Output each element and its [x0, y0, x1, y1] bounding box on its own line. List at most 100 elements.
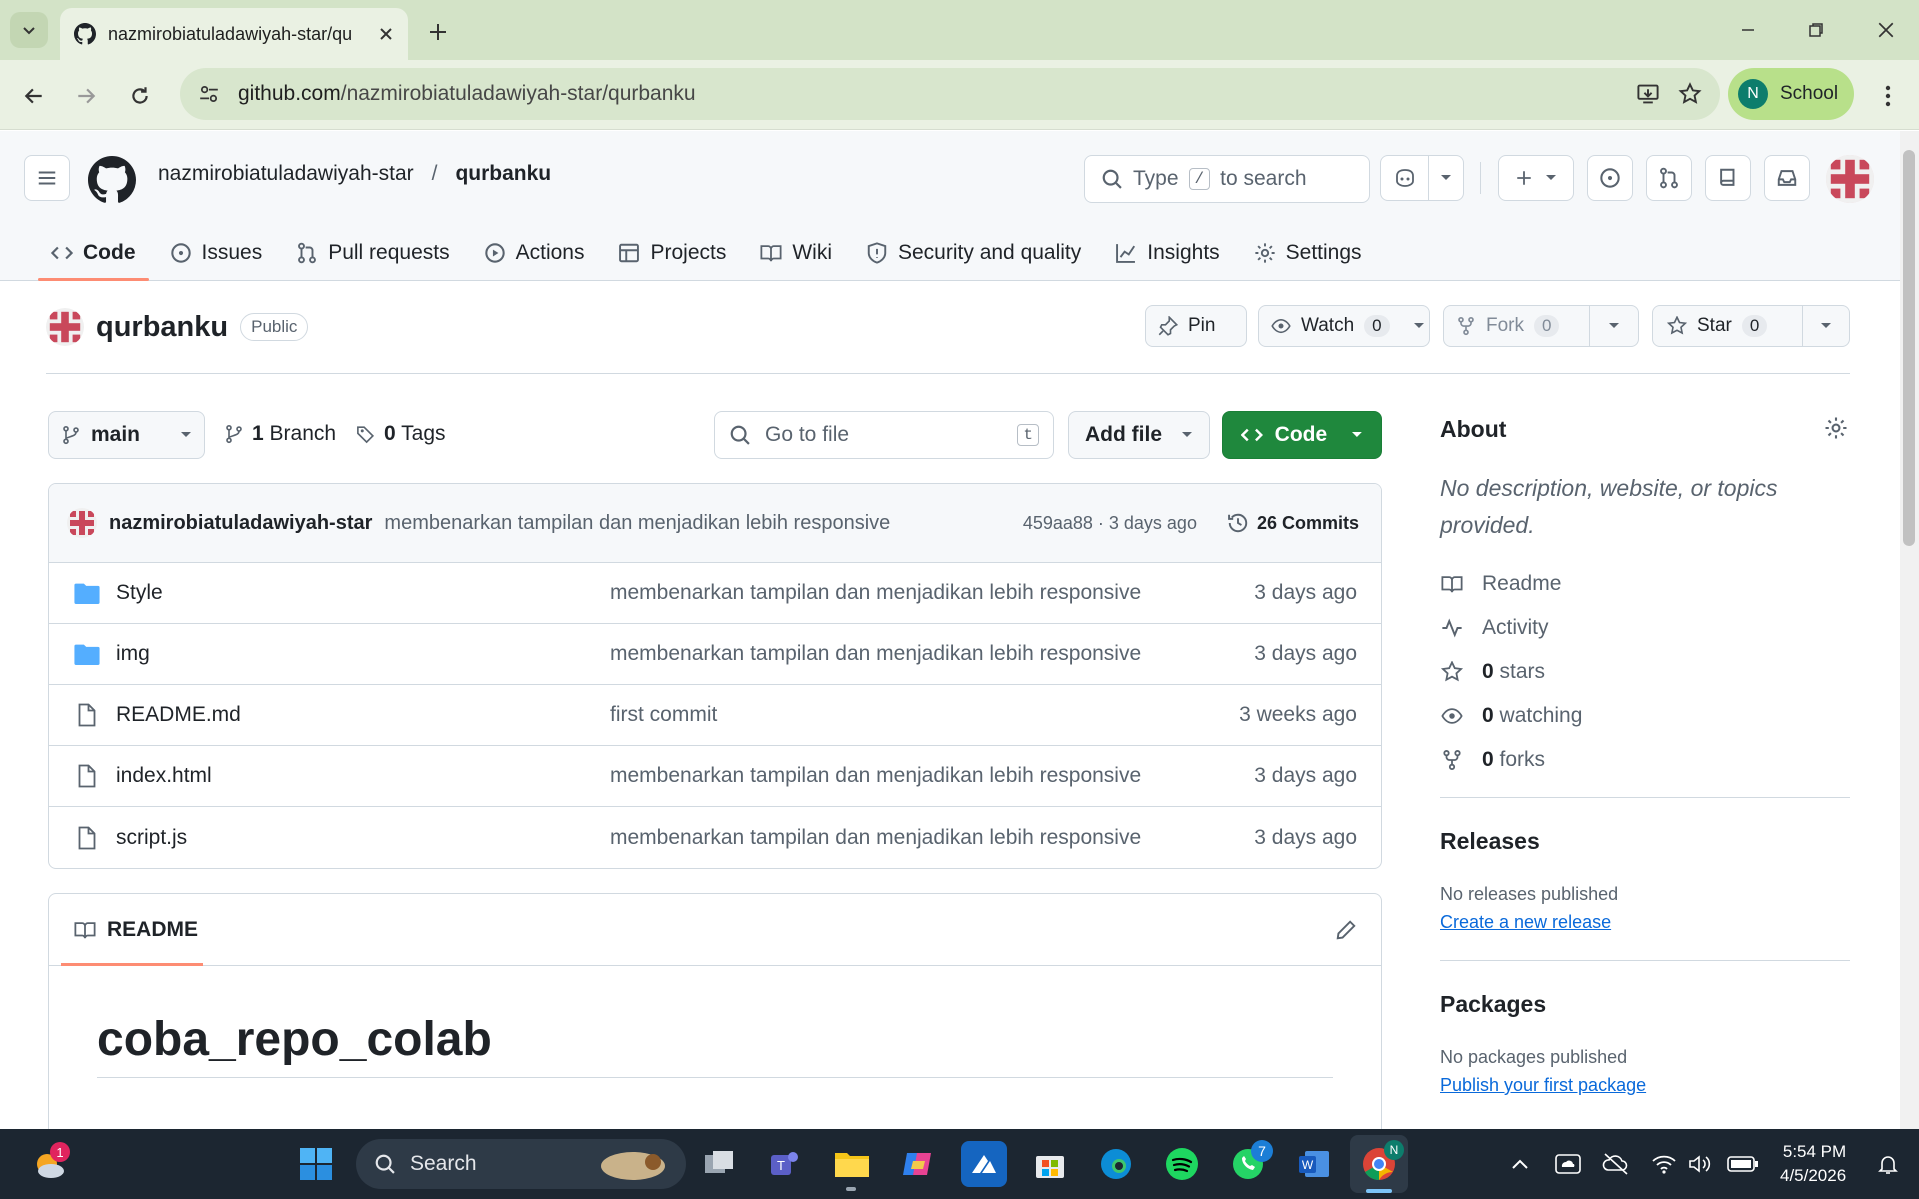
- breadcrumb-repo-link[interactable]: qurbanku: [455, 162, 551, 186]
- onedrive-tray-icon[interactable]: [1548, 1141, 1588, 1187]
- pull-requests-header-button[interactable]: [1646, 155, 1692, 201]
- file-row[interactable]: index.html membenarkan tampilan dan menj…: [49, 746, 1381, 807]
- word-app[interactable]: W: [1291, 1141, 1337, 1187]
- file-name-link[interactable]: img: [116, 642, 610, 666]
- minimize-button[interactable]: [1728, 12, 1768, 48]
- show-hidden-icons-button[interactable]: [1500, 1141, 1540, 1187]
- tab-insights[interactable]: Insights: [1098, 226, 1236, 280]
- star-button[interactable]: Star 0: [1653, 306, 1803, 346]
- microsoft-store-app[interactable]: [1027, 1141, 1073, 1187]
- site-settings-icon[interactable]: [198, 83, 220, 105]
- copilot-app[interactable]: [895, 1141, 941, 1187]
- commit-message-link[interactable]: membenarkan tampilan dan menjadikan lebi…: [384, 512, 1010, 535]
- spotify-app[interactable]: [1159, 1141, 1205, 1187]
- volume-tray-icon[interactable]: [1680, 1141, 1720, 1187]
- file-explorer-app[interactable]: [829, 1141, 875, 1187]
- branches-link[interactable]: 1 Branch: [224, 422, 336, 446]
- file-row[interactable]: README.md first commit 3 weeks ago: [49, 685, 1381, 746]
- browser-tab-active[interactable]: nazmirobiatuladawiyah-star/qu: [60, 8, 408, 60]
- edge-app[interactable]: [1093, 1141, 1139, 1187]
- commit-sha-time[interactable]: 459aa88 · 3 days ago: [1023, 513, 1197, 534]
- commits-history-link[interactable]: 26 Commits: [1227, 512, 1359, 534]
- address-bar[interactable]: github.com/nazmirobiatuladawiyah-star/qu…: [180, 68, 1720, 120]
- activity-link[interactable]: Activity: [1440, 606, 1582, 650]
- issues-header-button[interactable]: [1587, 155, 1633, 201]
- file-commit-message[interactable]: membenarkan tampilan dan menjadikan lebi…: [610, 826, 1254, 850]
- tab-settings[interactable]: Settings: [1237, 226, 1379, 280]
- go-to-file-input[interactable]: Go to file t: [714, 411, 1054, 459]
- create-new-button[interactable]: [1498, 155, 1574, 201]
- copilot-button[interactable]: [1381, 156, 1429, 200]
- tab-actions[interactable]: Actions: [467, 226, 602, 280]
- tab-wiki[interactable]: Wiki: [743, 226, 849, 280]
- profile-button[interactable]: N School: [1728, 68, 1854, 120]
- taskbar-search[interactable]: Search: [356, 1139, 686, 1189]
- reload-button[interactable]: [120, 76, 160, 116]
- file-row[interactable]: script.js membenarkan tampilan dan menja…: [49, 807, 1381, 868]
- pencil-icon[interactable]: [1335, 919, 1357, 941]
- notification-center-button[interactable]: [1868, 1141, 1908, 1187]
- bookmark-star-icon[interactable]: [1678, 82, 1702, 106]
- task-view-button[interactable]: [697, 1141, 743, 1187]
- file-row[interactable]: img membenarkan tampilan dan menjadikan …: [49, 624, 1381, 685]
- github-logo[interactable]: [88, 156, 136, 204]
- inbox-header-button[interactable]: [1764, 155, 1810, 201]
- repo-name[interactable]: qurbanku: [96, 311, 228, 344]
- global-nav-menu-button[interactable]: [24, 155, 70, 201]
- file-name-link[interactable]: Style: [116, 581, 610, 605]
- star-dropdown[interactable]: [1803, 306, 1849, 346]
- create-release-link[interactable]: Create a new release: [1440, 912, 1611, 933]
- tab-projects[interactable]: Projects: [601, 226, 743, 280]
- stars-link[interactable]: 0 stars: [1440, 650, 1582, 694]
- file-commit-message[interactable]: membenarkan tampilan dan menjadikan lebi…: [610, 581, 1254, 605]
- browser-menu-button[interactable]: [1868, 76, 1908, 116]
- file-row[interactable]: Style membenarkan tampilan dan menjadika…: [49, 563, 1381, 624]
- breadcrumb-owner-link[interactable]: nazmirobiatuladawiyah-star: [158, 162, 414, 186]
- readme-tab[interactable]: README: [73, 918, 198, 942]
- file-commit-message[interactable]: membenarkan tampilan dan menjadikan lebi…: [610, 642, 1254, 666]
- readme-link[interactable]: Readme: [1440, 562, 1582, 606]
- tab-code[interactable]: Code: [34, 226, 153, 281]
- notifications-off-tray-icon[interactable]: [1596, 1141, 1636, 1187]
- tags-link[interactable]: 0 Tags: [356, 422, 446, 446]
- global-search-input[interactable]: Type / to search: [1084, 155, 1370, 203]
- back-button[interactable]: [14, 76, 54, 116]
- new-tab-button[interactable]: [420, 14, 456, 50]
- tab-issues[interactable]: Issues: [153, 226, 280, 280]
- close-icon[interactable]: [378, 26, 394, 42]
- file-name-link[interactable]: script.js: [116, 826, 610, 850]
- copilot-dropdown[interactable]: [1429, 156, 1463, 200]
- teams-app[interactable]: T: [761, 1141, 807, 1187]
- packages-title[interactable]: Packages: [1440, 991, 1546, 1018]
- watching-link[interactable]: 0 watching: [1440, 694, 1582, 738]
- about-settings-button[interactable]: [1824, 416, 1848, 440]
- app-launcher[interactable]: [961, 1141, 1007, 1187]
- wifi-tray-icon[interactable]: [1644, 1141, 1684, 1187]
- start-button[interactable]: [293, 1141, 339, 1187]
- branch-selector[interactable]: main: [48, 411, 205, 459]
- tab-search-button[interactable]: [10, 12, 48, 48]
- restore-button[interactable]: [1796, 12, 1836, 48]
- page-scrollbar-thumb[interactable]: [1903, 150, 1915, 546]
- repositories-header-button[interactable]: [1705, 155, 1751, 201]
- battery-tray-icon[interactable]: [1720, 1141, 1766, 1187]
- taskbar-clock[interactable]: 5:54 PM 4/5/2026: [1780, 1140, 1846, 1188]
- file-name-link[interactable]: README.md: [116, 703, 610, 727]
- releases-title[interactable]: Releases: [1440, 828, 1540, 855]
- commit-author-link[interactable]: nazmirobiatuladawiyah-star: [109, 512, 372, 535]
- publish-package-link[interactable]: Publish your first package: [1440, 1075, 1646, 1096]
- watch-button[interactable]: Watch 0: [1258, 305, 1430, 347]
- forks-link[interactable]: 0 forks: [1440, 738, 1582, 782]
- user-avatar[interactable]: [1826, 155, 1874, 203]
- window-close-button[interactable]: [1866, 12, 1906, 48]
- pin-button[interactable]: Pin: [1145, 305, 1247, 347]
- triangle-down-icon[interactable]: [1413, 322, 1425, 330]
- fork-dropdown[interactable]: [1590, 306, 1638, 346]
- file-name-link[interactable]: index.html: [116, 764, 610, 788]
- file-commit-message[interactable]: membenarkan tampilan dan menjadikan lebi…: [610, 764, 1254, 788]
- forward-button[interactable]: [66, 76, 106, 116]
- file-commit-message[interactable]: first commit: [610, 703, 1239, 727]
- tab-pull-requests[interactable]: Pull requests: [279, 226, 466, 280]
- add-file-button[interactable]: Add file: [1068, 411, 1210, 459]
- fork-button[interactable]: Fork 0: [1444, 306, 1590, 346]
